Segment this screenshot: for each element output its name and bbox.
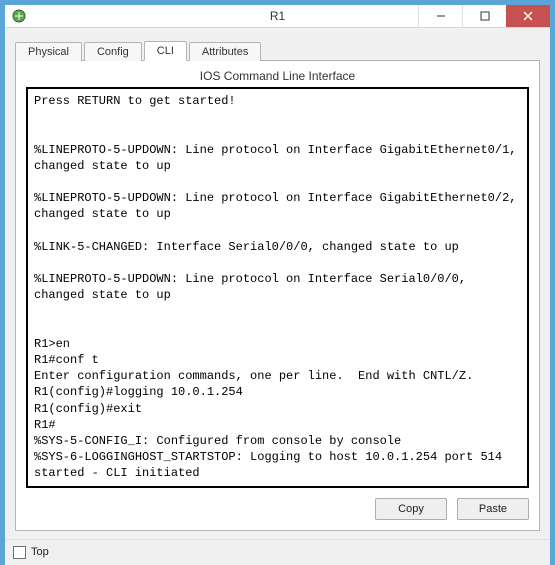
tab-physical[interactable]: Physical xyxy=(15,42,82,61)
app-window: R1 Physical Config CLI Attributes IOS Co… xyxy=(4,4,551,547)
tab-panel-cli: IOS Command Line Interface Press RETURN … xyxy=(15,60,540,531)
window-controls xyxy=(418,5,550,27)
client-area: Physical Config CLI Attributes IOS Comma… xyxy=(5,28,550,539)
tabs-strip: Physical Config CLI Attributes xyxy=(15,38,540,60)
panel-title: IOS Command Line Interface xyxy=(26,69,529,83)
footer: Top xyxy=(5,539,550,565)
button-row: Copy Paste xyxy=(26,498,529,520)
copy-button[interactable]: Copy xyxy=(375,498,447,520)
top-checkbox[interactable] xyxy=(13,546,26,559)
top-checkbox-label: Top xyxy=(31,546,49,558)
minimize-button[interactable] xyxy=(418,5,462,27)
tab-config[interactable]: Config xyxy=(84,42,142,61)
paste-button[interactable]: Paste xyxy=(457,498,529,520)
router-icon xyxy=(11,8,27,24)
tab-attributes[interactable]: Attributes xyxy=(189,42,261,61)
cli-terminal[interactable]: Press RETURN to get started! %LINEPROTO-… xyxy=(26,87,529,488)
close-button[interactable] xyxy=(506,5,550,27)
tab-cli[interactable]: CLI xyxy=(144,41,187,61)
maximize-button[interactable] xyxy=(462,5,506,27)
titlebar-left xyxy=(11,8,27,24)
titlebar: R1 xyxy=(5,5,550,28)
